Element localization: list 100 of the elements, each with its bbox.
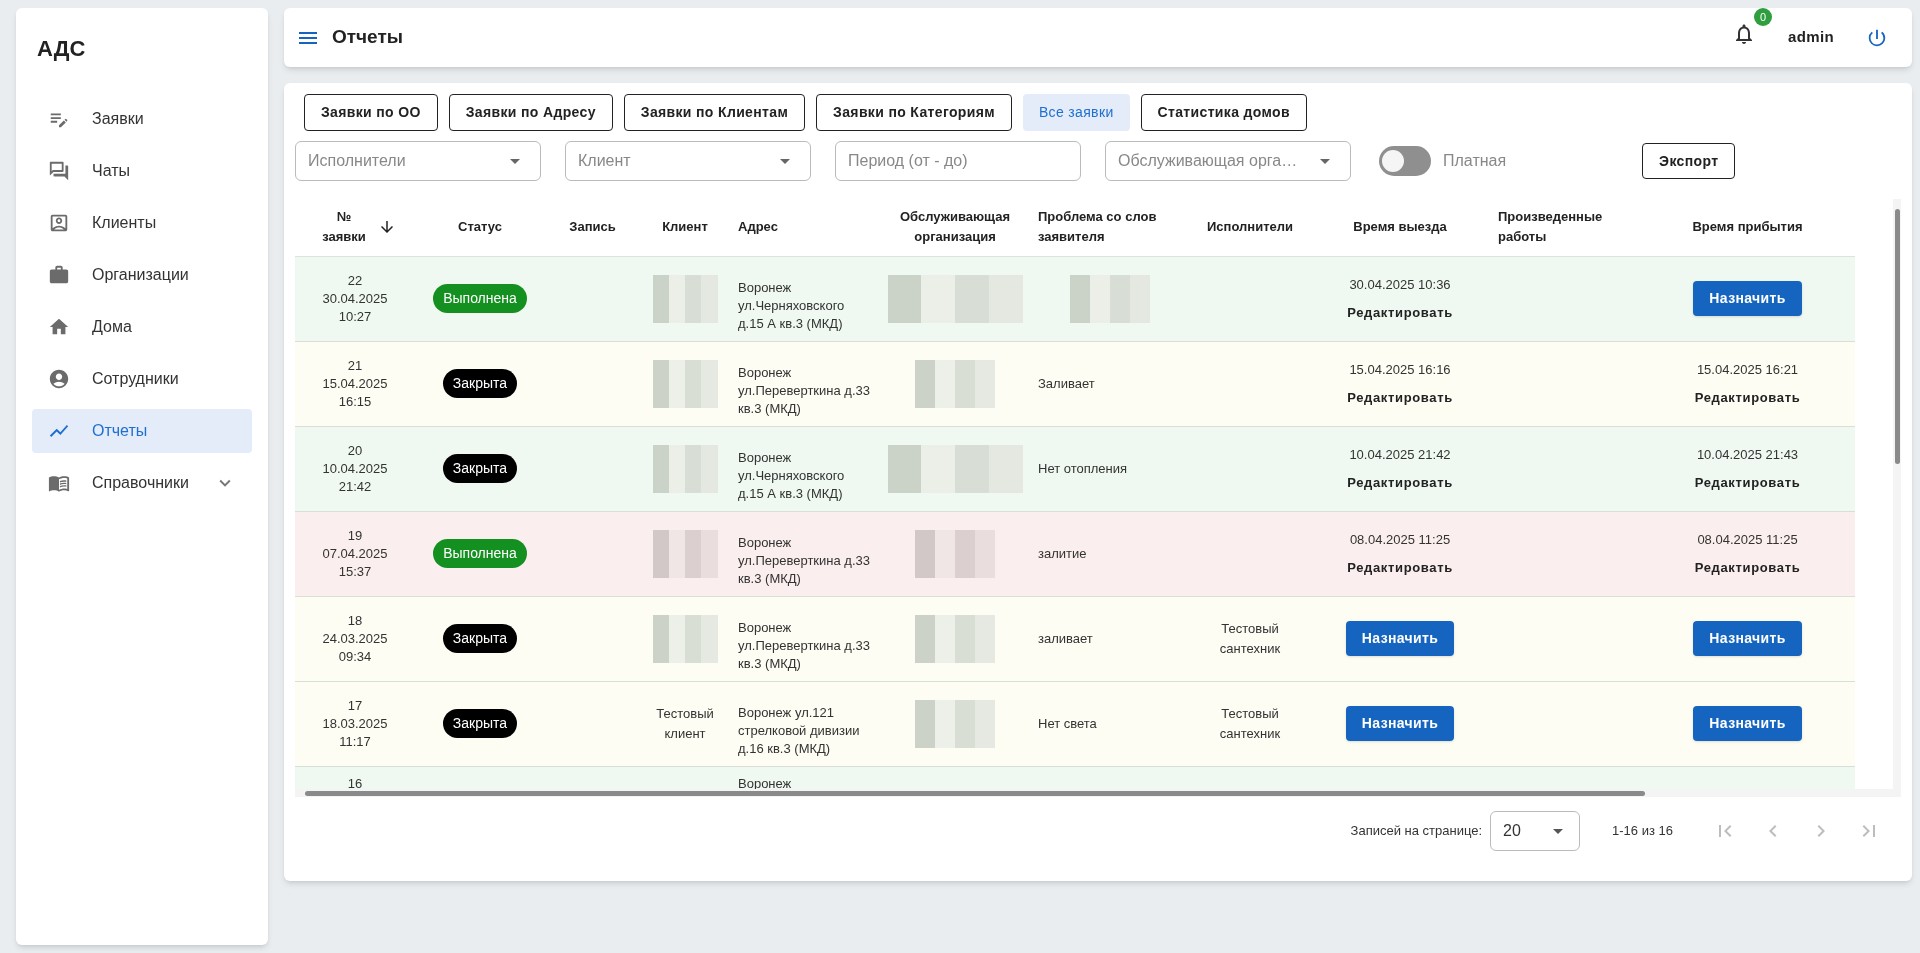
status-badge: Закрыта (442, 369, 518, 398)
status-badge: Закрыта (442, 709, 518, 738)
sidebar-item[interactable]: Дома (32, 305, 252, 349)
caret-icon (780, 158, 790, 164)
assign-button[interactable]: Назначить (1693, 621, 1802, 656)
page-range: 1-16 из 16 (1612, 822, 1673, 841)
table-cell-text: залитие (1038, 545, 1087, 561)
column-header: Произведенные работы (1490, 199, 1640, 256)
address-text: Воронеж ул.Переверткина д.33 кв.3 (МКД) (738, 363, 871, 418)
column-header: Клиент (640, 199, 730, 256)
request-number-cell: 16 (347, 774, 363, 789)
table-row[interactable]: 22 30.04.2025 10:27 Выполнена Воронеж ул.Черняховского д.15 А кв.3 (МКД) 30.04.2025 10:36 Редактировать Назначить (295, 256, 1855, 341)
dropdown-field[interactable]: Клиент (565, 141, 811, 181)
request-number-cell: 20 10.04.2025 21:42 (322, 441, 388, 496)
executor-text: Тестовый сантехник (1219, 621, 1281, 656)
column-header: Проблема со слов заявителя (1030, 199, 1190, 256)
column-header: Время прибытия (1640, 199, 1855, 256)
address-text: Воронеж ул.Черняховского д.15 А кв.3 (МКД) (738, 278, 846, 333)
edit-link-button[interactable]: Редактировать (1347, 557, 1453, 577)
column-header: Время выезда (1310, 199, 1490, 256)
edit-link-button[interactable]: Редактировать (1347, 387, 1453, 407)
contact-card-icon (48, 212, 70, 234)
status-badge: Закрыта (442, 624, 518, 653)
dropdown-field[interactable]: Обслуживающая орга… (1105, 141, 1351, 181)
status-badge: Выполнена (433, 284, 527, 313)
time-text: 15.04.2025 16:16 (1349, 361, 1451, 379)
export-button[interactable]: Экспорт (1642, 143, 1736, 179)
column-header[interactable]: № заявки (295, 199, 415, 256)
assign-button[interactable]: Назначить (1345, 621, 1455, 656)
edit-link-button[interactable]: Редактировать (1694, 557, 1801, 577)
edit-link-button[interactable]: Редактировать (1694, 472, 1801, 492)
time-text: 08.04.2025 11:25 (1349, 531, 1451, 549)
time-text: 30.04.2025 10:36 (1349, 276, 1451, 294)
address-text: Воронеж ул.121 стрелковой дивизии д.16 кв.3 (МКД) (738, 703, 861, 758)
report-tab[interactable]: Заявки по Клиентам (623, 94, 806, 131)
rows-per-page-label: Записей на странице: (1350, 822, 1483, 841)
caret-icon (510, 158, 520, 164)
chat-bubbles-icon (48, 160, 70, 182)
request-number-cell: 18 24.03.2025 09:34 (322, 611, 388, 666)
table-cell-text: заливает (1038, 630, 1093, 646)
assign-button[interactable]: Назначить (1693, 281, 1802, 316)
toggle-switch[interactable] (1379, 146, 1431, 176)
request-number-cell: 21 15.04.2025 16:15 (322, 356, 388, 411)
time-text: 08.04.2025 11:25 (1697, 531, 1798, 549)
sidebar-item[interactable]: Организации (32, 253, 252, 297)
report-tab[interactable]: Все заявки (1022, 94, 1130, 131)
edit-link-button[interactable]: Редактировать (1347, 472, 1453, 492)
sidebar-item[interactable]: Справочники (32, 461, 252, 505)
sidebar-item[interactable]: Отчеты (32, 409, 252, 453)
dropdown-field[interactable]: Исполнители (295, 141, 541, 181)
table-cell-text: Заливает (1038, 375, 1095, 391)
request-number-cell: 19 07.04.2025 15:37 (322, 526, 388, 581)
request-number-cell: 22 30.04.2025 10:27 (322, 271, 388, 326)
column-header: Обслуживающая организация (880, 199, 1030, 256)
request-number-cell: 17 18.03.2025 11:17 (322, 696, 388, 751)
table-row[interactable]: 18 24.03.2025 09:34 Закрыта Воронеж ул.Переверткина д.33 кв.3 (МКД) заливает Тестовый сантехник Назначить Назначить (295, 596, 1855, 681)
sidebar-item[interactable]: Сотрудники (32, 357, 252, 401)
report-tab[interactable]: Статистика домов (1140, 94, 1307, 131)
column-header: Статус (415, 199, 545, 256)
status-badge: Закрыта (442, 454, 518, 483)
table-row[interactable]: 20 10.04.2025 21:42 Закрыта Воронеж ул.Черняховского д.15 А кв.3 (МКД) Нет отопления 10.04.2025 21:42 Редактировать 10.04.2025 21:43 Редактировать (295, 426, 1855, 511)
assign-button[interactable]: Назначить (1345, 706, 1455, 741)
sidebar-item[interactable]: Клиенты (32, 201, 252, 245)
app-title: АДС (36, 35, 87, 63)
sidebar-item[interactable]: Чаты (32, 149, 252, 193)
column-header: Запись (545, 199, 640, 256)
edit-link-button[interactable]: Редактировать (1347, 302, 1453, 322)
toggle-label: Платная (1443, 151, 1507, 171)
report-tab[interactable]: Заявки по Адресу (448, 94, 613, 131)
table-row[interactable]: 17 18.03.2025 11:17 Закрыта Тестовый клиент Воронеж ул.121 стрелковой дивизии д.16 кв.3 (МКД) Нет света Тестовый сантехник Назначить Назначить (295, 681, 1855, 766)
table-cell-text: Нет отопления (1038, 460, 1128, 476)
table-cell-text: Тестовый клиент (655, 705, 715, 743)
assign-button[interactable]: Назначить (1693, 706, 1802, 741)
report-tab[interactable]: Заявки по Категориям (816, 94, 1012, 131)
horizontal-scrollbar[interactable] (295, 789, 1901, 797)
input-field[interactable]: Период (от - до) (835, 141, 1081, 181)
time-text: 15.04.2025 16:21 (1696, 361, 1799, 379)
username: admin (1787, 27, 1834, 48)
time-text: 10.04.2025 21:42 (1349, 446, 1451, 464)
address-text: Воронеж ул.Переверткина д.33 кв.3 (МКД) (738, 618, 871, 673)
time-text: 10.04.2025 21:43 (1696, 446, 1799, 464)
sidebar-item[interactable]: Заявки (32, 97, 252, 141)
table-cell-text: Нет света (1038, 715, 1097, 731)
rows-per-page-select[interactable]: 20 (1490, 811, 1581, 851)
address-text: Воронеж ул.Черняховского д.15 А кв.3 (МКД) (738, 448, 846, 503)
address-text: Воронеж ул.Переверткина д.33 кв.3 (МКД) (738, 533, 871, 588)
executor-text: Тестовый сантехник (1219, 706, 1281, 741)
briefcase-icon (48, 264, 70, 286)
status-badge: Выполнена (433, 539, 527, 568)
table-row[interactable]: 21 15.04.2025 16:15 Закрыта Воронеж ул.Переверткина д.33 кв.3 (МКД) Заливает 15.04.2025 16:16 Редактировать 15.04.2025 16:21 Редактировать (295, 341, 1855, 426)
column-header: Исполнители (1190, 199, 1310, 256)
caret-icon (1320, 158, 1330, 164)
caret-icon (1553, 828, 1564, 834)
report-tab[interactable]: Заявки по ОО (304, 94, 438, 131)
table-row[interactable]: 19 07.04.2025 15:37 Выполнена Воронеж ул.Переверткина д.33 кв.3 (МКД) залитие 08.04.2025 11:25 Редактировать 08.04.2025 11:25 Редактировать (295, 511, 1855, 596)
edit-link-button[interactable]: Редактировать (1694, 387, 1801, 407)
column-header: Адрес (730, 199, 880, 256)
page-title: Отчеты (332, 25, 404, 50)
vertical-scrollbar[interactable] (1893, 199, 1901, 789)
notification-badge: 0 (1753, 8, 1772, 26)
